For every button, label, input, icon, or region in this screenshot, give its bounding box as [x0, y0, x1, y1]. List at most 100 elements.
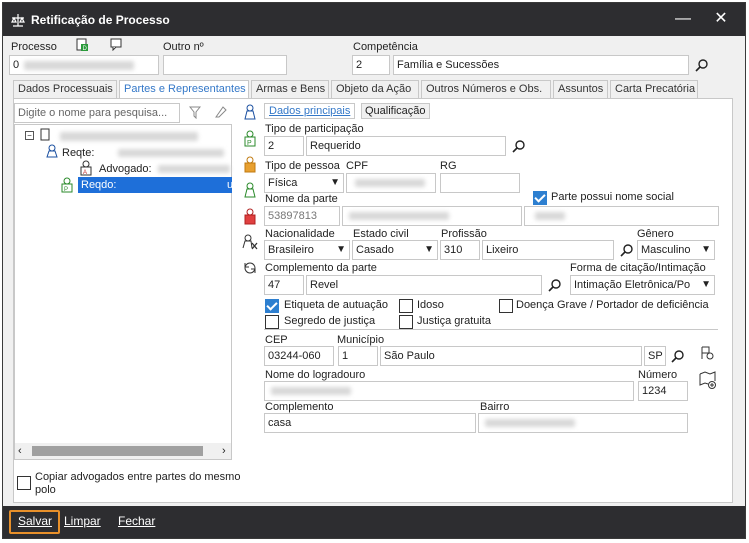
numero-input[interactable]: 1234 [638, 381, 688, 401]
cep-lookup-icon[interactable] [699, 345, 715, 361]
search-icon[interactable] [548, 278, 562, 292]
profissao-code[interactable]: 310 [440, 240, 480, 260]
tab-partes-representantes[interactable]: Partes e Representantes [119, 80, 249, 99]
municipio-code[interactable]: 1 [338, 346, 378, 366]
document-d-icon[interactable]: D [76, 38, 89, 52]
search-icon[interactable] [512, 139, 526, 153]
tab-dados-processuais[interactable]: Dados Processuais [13, 80, 117, 98]
tipo-pessoa-select[interactable]: Física ▼ [264, 173, 344, 193]
svg-text:A: A [83, 170, 87, 176]
cpf-input[interactable] [346, 173, 436, 193]
window-title: Retificação de Processo [31, 13, 170, 27]
nome-social-input[interactable] [524, 206, 719, 226]
municipio-input[interactable]: São Paulo [380, 346, 642, 366]
scroll-thumb[interactable] [32, 446, 203, 456]
forma-citacao-select[interactable]: Intimação Eletrônica/Po ▼ [570, 275, 715, 295]
complemento-input[interactable]: casa [264, 413, 476, 433]
estado-civil-select[interactable]: Casado ▼ [352, 240, 438, 260]
complemento-parte-input[interactable]: Revel [306, 275, 542, 295]
search-icon[interactable] [671, 349, 685, 363]
nacionalidade-select[interactable]: Brasileiro ▼ [264, 240, 350, 260]
search-icon[interactable] [620, 243, 634, 257]
genero-select[interactable]: Masculino ▼ [637, 240, 715, 260]
subtab-dados-principais[interactable]: Dados principais [264, 103, 356, 119]
svg-text:P: P [247, 140, 252, 147]
genero-label: Gênero [637, 228, 674, 240]
doenca-label: Doença Grave / Portador de deficiência [516, 299, 709, 311]
uf-input[interactable]: SP [644, 346, 666, 366]
tipo-participacao-label: Tipo de participação [265, 123, 364, 135]
logradouro-label: Nome do logradouro [265, 369, 366, 381]
scroll-right-arrow[interactable]: › [222, 445, 226, 457]
tree-reqte[interactable]: Reqte: [62, 147, 94, 159]
rg-input[interactable] [440, 173, 520, 193]
tab-outros-numeros[interactable]: Outros Números e Obs. [421, 80, 551, 98]
clear-button[interactable]: Limpar [64, 514, 101, 528]
complemento-parte-code[interactable]: 47 [264, 275, 304, 295]
segredo-checkbox[interactable] [265, 315, 279, 329]
scroll-left-arrow[interactable]: ‹ [18, 445, 22, 457]
tab-objeto-acao[interactable]: Objeto da Ação [331, 80, 419, 98]
minimize-button[interactable]: — [671, 9, 695, 29]
chevron-down-icon: ▼ [701, 244, 711, 255]
add-third-party-icon[interactable] [243, 156, 257, 173]
tree-advogado[interactable]: Advogado: [99, 163, 152, 175]
forma-citacao-label: Forma de citação/Intimação [570, 262, 706, 274]
etiqueta-label: Etiqueta de autuação [284, 299, 388, 311]
justica-gratuita-checkbox[interactable] [399, 315, 413, 329]
cpf-label: CPF [346, 160, 368, 172]
tipo-participacao-code[interactable]: 2 [264, 136, 304, 156]
idoso-checkbox[interactable] [399, 299, 413, 313]
eraser-icon[interactable] [213, 105, 227, 119]
remove-party-icon[interactable] [242, 234, 259, 251]
justica-gratuita-label: Justiça gratuita [417, 315, 491, 327]
profissao-input[interactable]: Lixeiro [482, 240, 614, 260]
tree-collapse-toggle[interactable]: − [25, 131, 34, 140]
lawyer-icon: A [80, 160, 92, 176]
tipo-participacao-input[interactable]: Requerido [306, 136, 506, 156]
copy-lawyers-checkbox[interactable] [17, 476, 31, 490]
scales-icon [11, 14, 25, 27]
competencia-input[interactable]: Família e Sucessões [393, 55, 689, 75]
save-button-label: Salvar [18, 514, 53, 528]
tab-carta-precatoria[interactable]: Carta Precatória [610, 80, 698, 98]
filter-icon[interactable] [189, 106, 201, 119]
bairro-label: Bairro [480, 401, 510, 413]
subtab-qualificacao[interactable]: Qualificação [361, 103, 430, 119]
logradouro-input[interactable] [264, 381, 634, 401]
chevron-down-icon: ▼ [424, 244, 434, 255]
processo-input[interactable]: 0 [9, 55, 159, 75]
tab-assuntos[interactable]: Assuntos [553, 80, 608, 98]
defendant-icon: P [61, 177, 73, 193]
add-other-party-icon[interactable] [243, 182, 257, 199]
nome-parte-code[interactable]: 53897813 [264, 206, 340, 226]
note-icon[interactable] [110, 38, 122, 51]
close-footer-button[interactable]: Fechar [118, 514, 155, 528]
numero-label: Número [638, 369, 678, 381]
processo-label: Processo [11, 41, 57, 53]
title-bar: Retificação de Processo — ✕ [3, 3, 745, 36]
search-icon[interactable] [695, 58, 709, 72]
swap-party-icon[interactable] [242, 260, 259, 277]
municipio-label: Município [337, 334, 385, 346]
party-search-input[interactable]: Digite o nome para pesquisa... [14, 103, 180, 123]
add-defendant-icon[interactable]: P [243, 130, 257, 147]
nome-social-checkbox[interactable] [533, 191, 547, 205]
nome-parte-input[interactable] [342, 206, 522, 226]
add-lawyer-icon[interactable] [243, 208, 257, 225]
etiqueta-checkbox[interactable] [265, 299, 279, 313]
cep-input[interactable]: 03244-060 [264, 346, 334, 366]
close-button[interactable]: ✕ [709, 9, 733, 29]
bairro-input[interactable] [478, 413, 688, 433]
process-node-label[interactable] [60, 132, 198, 141]
competencia-label: Competência [353, 41, 418, 53]
competencia-code-input[interactable]: 2 [352, 55, 390, 75]
tab-armas-bens[interactable]: Armas e Bens [251, 80, 329, 98]
svg-text:P: P [64, 187, 68, 193]
outro-input[interactable] [163, 55, 287, 75]
add-plaintiff-icon[interactable] [243, 104, 257, 121]
map-add-icon[interactable] [699, 371, 717, 389]
chevron-down-icon: ▼ [701, 276, 711, 294]
tree-reqdo-label: Reqdo: [81, 179, 117, 191]
doenca-checkbox[interactable] [499, 299, 513, 313]
